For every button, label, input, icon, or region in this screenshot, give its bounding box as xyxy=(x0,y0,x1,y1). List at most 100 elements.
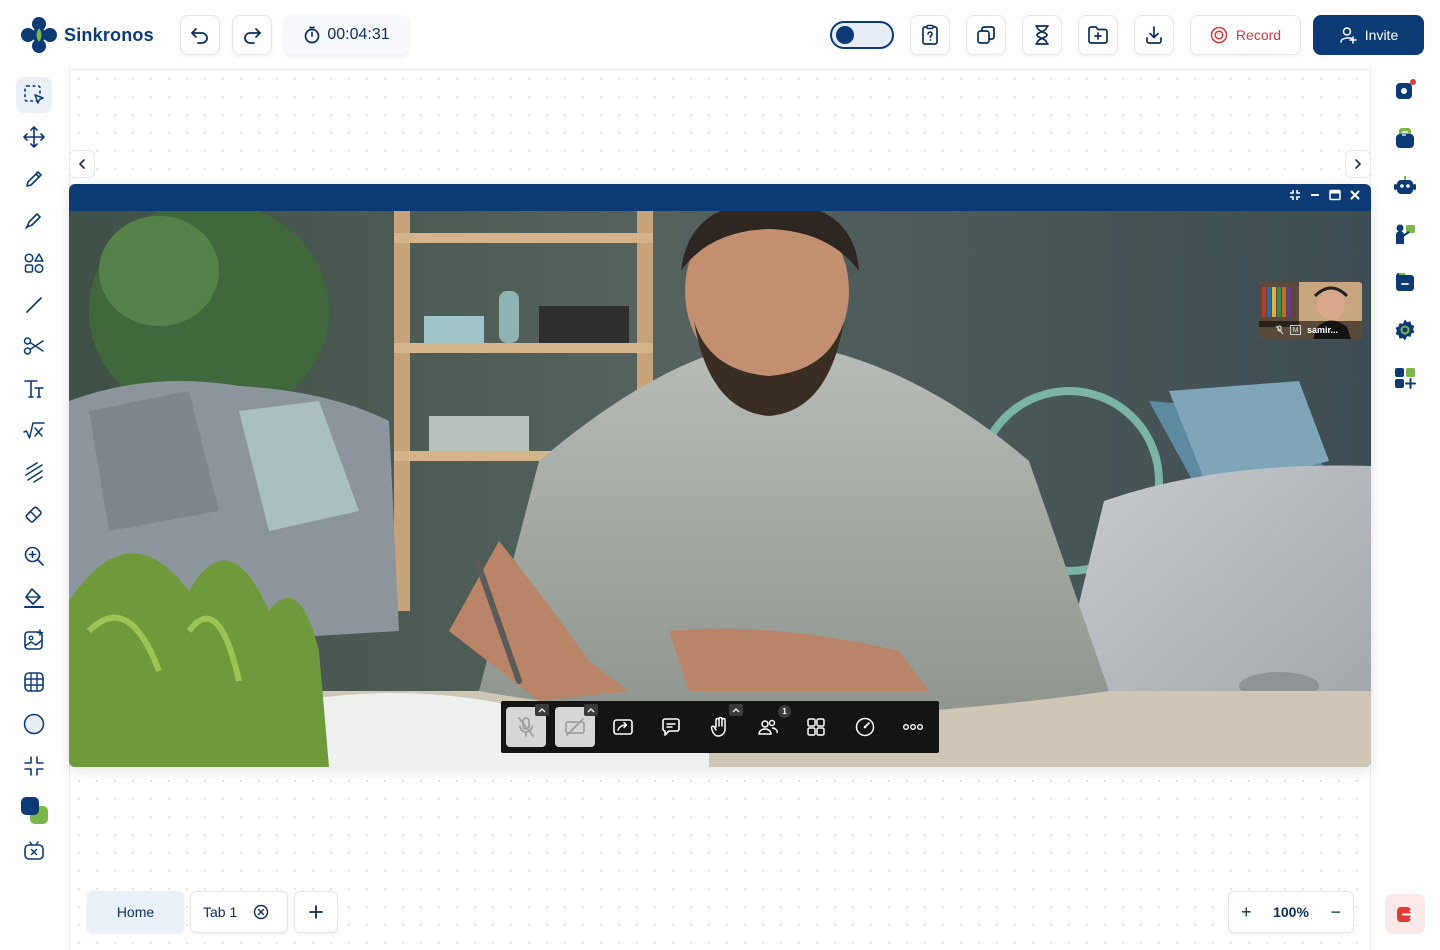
participant-info-bar: M samir... xyxy=(1259,321,1362,339)
add-tab-button[interactable] xyxy=(294,891,338,933)
participant-count-badge: 1 xyxy=(778,705,791,718)
tab-home[interactable]: Home xyxy=(87,891,184,933)
zoom-out-button[interactable]: − xyxy=(1330,902,1341,923)
notifications-app-button[interactable] xyxy=(1392,77,1418,103)
select-tool[interactable] xyxy=(16,77,52,113)
folder-plus-icon xyxy=(1088,26,1108,44)
laser-tool[interactable] xyxy=(16,454,52,490)
camera-off-icon xyxy=(565,718,585,736)
add-folder-button[interactable] xyxy=(1078,15,1118,55)
exit-fullscreen-icon[interactable] xyxy=(1289,189,1301,201)
text-icon xyxy=(24,380,44,398)
chat-icon xyxy=(662,718,680,736)
app-logo: Sinkronos xyxy=(20,16,154,54)
minimize-window-icon[interactable] xyxy=(1309,189,1321,201)
participant-thumbnail[interactable]: M samir... xyxy=(1259,282,1362,339)
chevron-right-icon xyxy=(1355,159,1362,169)
reactions-caret[interactable] xyxy=(729,704,743,716)
text-tool[interactable] xyxy=(16,371,52,407)
meeting-controls: 1 xyxy=(501,701,939,753)
circle-icon xyxy=(23,713,45,735)
tile-view-button[interactable] xyxy=(796,707,836,747)
bot-app-button[interactable] xyxy=(1392,173,1418,199)
zoom-control: + 100% − xyxy=(1228,891,1354,933)
marker-tool[interactable] xyxy=(16,202,52,238)
share-screen-button[interactable] xyxy=(603,707,643,747)
scissors-tool[interactable] xyxy=(16,328,52,364)
scroll-left-button[interactable] xyxy=(69,150,95,178)
presenter-app-button[interactable] xyxy=(1392,221,1418,247)
robot-icon xyxy=(1394,176,1416,194)
zoom-in-icon xyxy=(24,546,44,566)
session-timer: 00:04:31 xyxy=(284,15,409,55)
mic-off-icon xyxy=(518,717,534,737)
line-icon xyxy=(26,297,42,313)
share-screen-icon xyxy=(613,719,633,735)
fill-tool[interactable] xyxy=(16,580,52,616)
selection-cursor-icon xyxy=(24,85,44,104)
image-tool[interactable] xyxy=(16,622,52,658)
minimize-icon xyxy=(24,756,44,776)
help-button[interactable] xyxy=(910,15,950,55)
hourglass-icon xyxy=(1035,25,1049,45)
theme-toggle[interactable] xyxy=(830,21,894,49)
close-tab-icon[interactable] xyxy=(253,904,269,920)
camera-options-caret[interactable] xyxy=(584,704,598,716)
color-picker[interactable] xyxy=(16,792,52,828)
muted-mic-icon xyxy=(1275,325,1284,335)
marker-icon xyxy=(25,213,41,229)
duplicate-button[interactable] xyxy=(966,15,1006,55)
move-icon xyxy=(23,126,45,148)
color-swatch-icon xyxy=(21,797,48,824)
timer-button[interactable] xyxy=(1022,15,1062,55)
settings-app-button[interactable] xyxy=(1392,317,1418,343)
video-window-titlebar[interactable] xyxy=(69,184,1371,211)
sinkronos-logo-icon xyxy=(21,17,57,53)
redo-button[interactable] xyxy=(232,15,272,55)
eraser-icon xyxy=(25,506,42,523)
undo-icon xyxy=(191,28,208,44)
formula-tool[interactable] xyxy=(16,413,52,449)
line-tool[interactable] xyxy=(16,287,52,323)
table-tool[interactable] xyxy=(16,664,52,700)
tab-1[interactable]: Tab 1 xyxy=(190,891,288,933)
chat-button[interactable] xyxy=(651,707,691,747)
notes-app-button[interactable] xyxy=(1392,125,1418,151)
record-button[interactable]: Record xyxy=(1190,15,1301,55)
shapes-icon xyxy=(24,253,44,274)
folder-app-button[interactable] xyxy=(1392,269,1418,295)
undo-button[interactable] xyxy=(180,15,220,55)
eraser-tool[interactable] xyxy=(16,497,52,533)
close-window-icon[interactable] xyxy=(1349,189,1361,201)
shapes-tool[interactable] xyxy=(16,245,52,281)
tab-home-label: Home xyxy=(116,904,155,920)
mic-options-caret[interactable] xyxy=(535,704,549,716)
pencil-tool[interactable] xyxy=(16,161,52,197)
chevron-up-icon xyxy=(538,708,546,713)
maximize-window-icon[interactable] xyxy=(1329,189,1341,201)
grid-icon xyxy=(24,672,44,692)
scroll-right-button[interactable] xyxy=(1345,150,1371,178)
gear-icon xyxy=(1395,319,1415,341)
app-notification-icon xyxy=(1396,79,1416,99)
participants-icon xyxy=(758,719,778,735)
circle-tool[interactable] xyxy=(16,706,52,742)
zoom-in-button[interactable]: + xyxy=(1241,902,1252,923)
zoom-tool[interactable] xyxy=(16,538,52,574)
video-feed xyxy=(69,211,1371,767)
chevron-up-icon xyxy=(732,708,740,713)
more-options-button[interactable] xyxy=(893,707,933,747)
performance-button[interactable] xyxy=(845,707,885,747)
add-app-button[interactable] xyxy=(1392,365,1418,391)
move-tool[interactable] xyxy=(16,119,52,155)
leave-session-button[interactable] xyxy=(1385,894,1425,934)
exit-icon xyxy=(1397,907,1415,922)
invite-button[interactable]: Invite xyxy=(1313,15,1424,55)
tile-view-icon xyxy=(807,718,825,736)
clipboard-question-icon xyxy=(922,24,938,45)
video-call-window[interactable] xyxy=(69,184,1371,767)
collapse-tool[interactable] xyxy=(16,748,52,784)
clear-tool[interactable] xyxy=(16,833,52,869)
stopwatch-icon xyxy=(305,26,320,44)
download-button[interactable] xyxy=(1134,15,1174,55)
